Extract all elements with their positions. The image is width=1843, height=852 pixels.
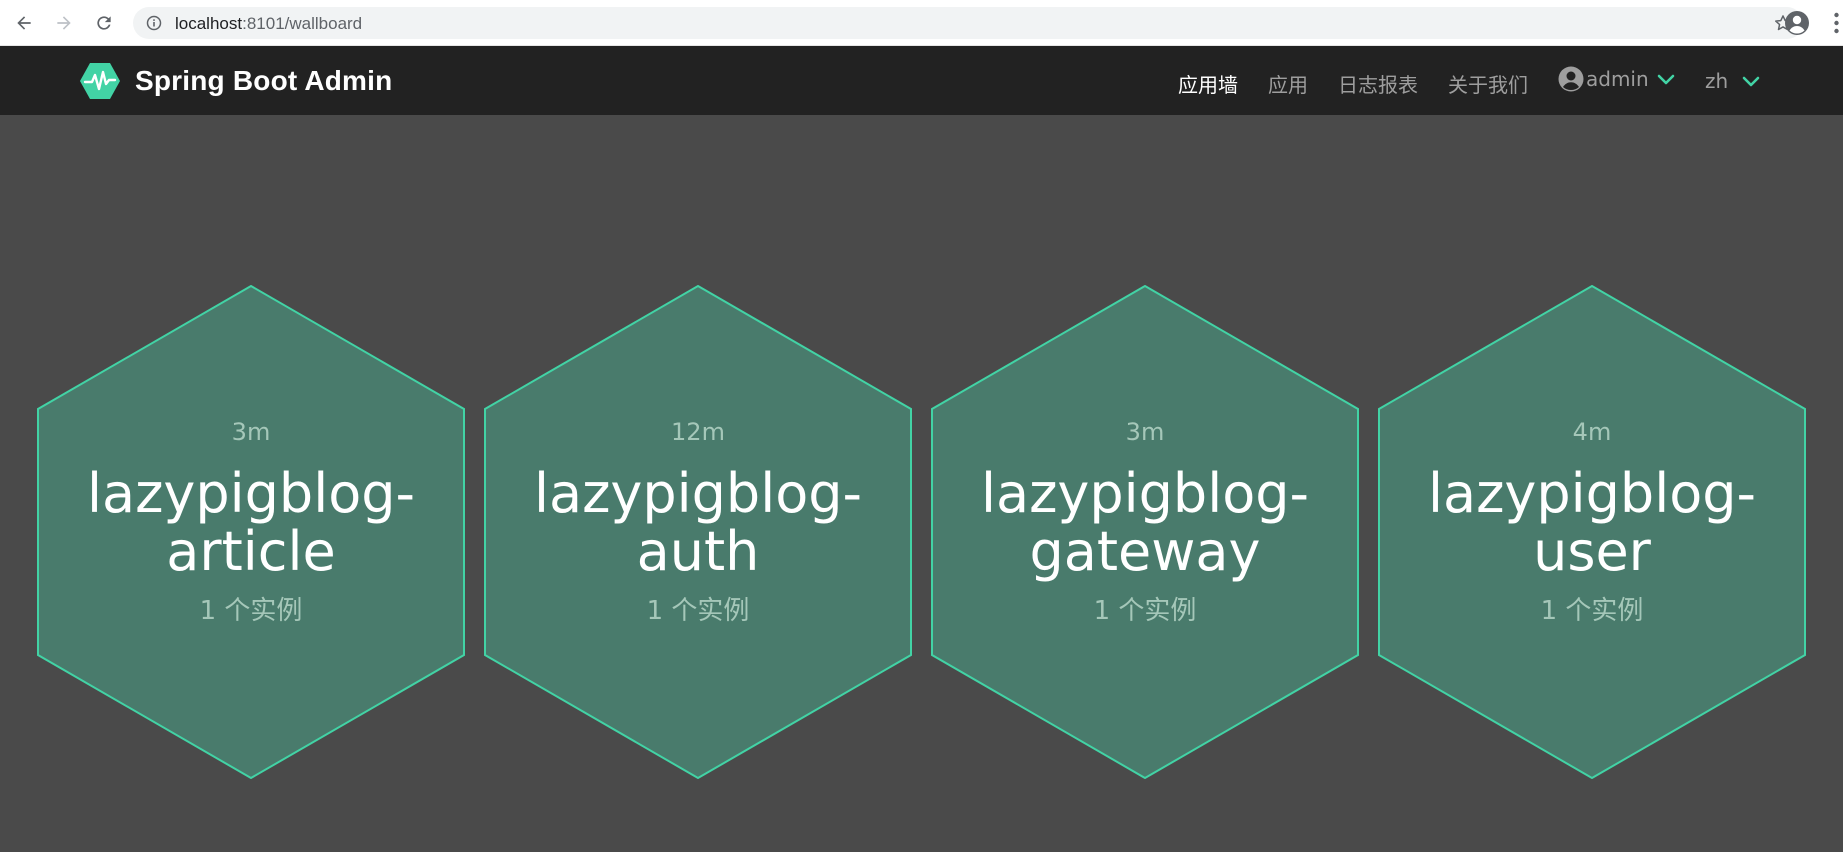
nav-item-wallboard[interactable]: 应用墙 bbox=[1178, 69, 1238, 98]
app-navbar: Spring Boot Admin 应用墙 应用 日志报表 关于我们 admin… bbox=[0, 46, 1843, 115]
chevron-down-icon bbox=[1742, 76, 1760, 87]
application-name-line: auth bbox=[636, 520, 760, 583]
brand-link[interactable]: Spring Boot Admin bbox=[80, 62, 392, 100]
nav-item-about[interactable]: 关于我们 bbox=[1448, 69, 1528, 98]
browser-toolbar: localhost:8101/wallboard bbox=[0, 0, 1843, 46]
spring-boot-admin-logo-icon bbox=[80, 63, 120, 99]
arrow-left-icon bbox=[17, 16, 31, 30]
url-text[interactable]: localhost:8101/wallboard bbox=[175, 14, 362, 34]
url-host: localhost bbox=[175, 14, 243, 33]
application-instance-count: 1 个实例 bbox=[1093, 596, 1197, 626]
application-name: lazypigblog- user bbox=[1402, 465, 1782, 581]
application-name-line: lazypigblog- bbox=[86, 462, 416, 525]
info-icon[interactable] bbox=[146, 15, 162, 31]
application-uptime: 3m bbox=[1125, 418, 1165, 446]
forward-button[interactable] bbox=[52, 11, 76, 35]
nav-item-label: 应用 bbox=[1268, 73, 1308, 97]
language-dropdown[interactable]: zh bbox=[1705, 69, 1760, 93]
application-name-line: lazypigblog- bbox=[980, 462, 1310, 525]
arrow-right-icon bbox=[57, 16, 71, 30]
nav-item-label: 关于我们 bbox=[1448, 73, 1528, 97]
application-hexagon[interactable]: 12m lazypigblog- auth 1 个实例 bbox=[484, 285, 912, 779]
application-hexagon[interactable]: 3m lazypigblog- gateway 1 个实例 bbox=[931, 285, 1359, 779]
application-name: lazypigblog- gateway bbox=[955, 465, 1335, 581]
application-instance-count: 1 个实例 bbox=[646, 596, 750, 626]
application-name-line: user bbox=[1533, 520, 1651, 583]
back-button[interactable] bbox=[12, 11, 36, 35]
application-hexagon[interactable]: 4m lazypigblog- user 1 个实例 bbox=[1378, 285, 1806, 779]
application-uptime: 12m bbox=[671, 418, 725, 446]
reload-icon bbox=[97, 16, 111, 30]
chevron-down-icon bbox=[1657, 74, 1674, 85]
application-name-line: lazypigblog- bbox=[533, 462, 863, 525]
nav-item-label: 日志报表 bbox=[1338, 73, 1418, 97]
nav-item-applications[interactable]: 应用 bbox=[1268, 69, 1308, 98]
application-hexagon[interactable]: 3m lazypigblog- article 1 个实例 bbox=[37, 285, 465, 779]
more-menu-icon[interactable] bbox=[1830, 10, 1843, 36]
user-name: admin bbox=[1586, 67, 1649, 91]
reload-button[interactable] bbox=[92, 11, 116, 35]
profile-icon[interactable] bbox=[1784, 10, 1810, 36]
application-name-line: lazypigblog- bbox=[1427, 462, 1757, 525]
application-instance-count: 1 个实例 bbox=[1540, 596, 1644, 626]
nav-item-log-reports[interactable]: 日志报表 bbox=[1338, 69, 1418, 98]
application-name-line: article bbox=[166, 520, 336, 583]
application-name-line: gateway bbox=[1029, 520, 1261, 583]
application-name: lazypigblog- article bbox=[61, 465, 441, 581]
address-bar[interactable]: localhost:8101/wallboard bbox=[133, 7, 1803, 39]
application-name: lazypigblog- auth bbox=[508, 465, 888, 581]
nav-item-label: 应用墙 bbox=[1178, 73, 1238, 97]
application-uptime: 4m bbox=[1572, 418, 1612, 446]
application-uptime: 3m bbox=[231, 418, 271, 446]
user-menu-dropdown[interactable]: admin bbox=[1558, 66, 1675, 92]
application-instance-count: 1 个实例 bbox=[199, 596, 303, 626]
url-path: :8101/wallboard bbox=[242, 14, 363, 33]
brand-title: Spring Boot Admin bbox=[135, 65, 393, 96]
wallboard: 3m lazypigblog- article 1 个实例 12m lazypi… bbox=[0, 115, 1843, 852]
user-circle-icon bbox=[1558, 66, 1584, 92]
language-label: zh bbox=[1705, 69, 1729, 93]
